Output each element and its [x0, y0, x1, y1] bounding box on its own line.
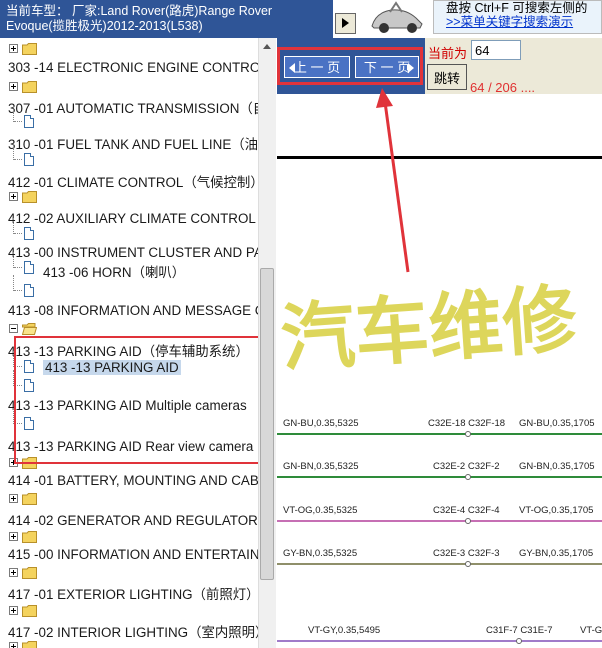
title-vehicle: 厂家:Land Rover(路虎)Range Rover	[72, 4, 273, 18]
wire-spec-left: VT-OG,0.35,5325	[283, 505, 358, 516]
document-icon	[24, 153, 34, 166]
wire-spec-right: GN-BU,0.35,1705	[519, 418, 595, 429]
document-icon	[24, 261, 34, 274]
tree-line	[14, 267, 22, 269]
connector-pins: C31F-7 C31E-7	[486, 625, 553, 636]
wire-line	[277, 520, 602, 522]
scroll-up-arrow-icon[interactable]	[259, 38, 276, 55]
tree-item-label[interactable]: 414 -01 BATTERY, MOUNTING AND CABLES	[8, 473, 258, 488]
connector-node	[465, 431, 471, 437]
tree-item-label[interactable]: 303 -14 ELECTRONIC ENGINE CONTROLS	[8, 60, 258, 75]
car-logo-icon	[362, 0, 432, 34]
connector-node	[465, 561, 471, 567]
tree-item-label[interactable]: 417 -02 INTERIOR LIGHTING（室内照明）	[8, 621, 258, 641]
wire-line	[277, 433, 602, 435]
wire-spec-left: VT-GY,0.35,5495	[308, 625, 381, 636]
folder-icon	[22, 567, 37, 579]
page-number-input[interactable]	[471, 40, 521, 60]
tree-item-label[interactable]: 413 -00 INSTRUMENT CLUSTER AND PANE	[8, 245, 258, 260]
wire-spec-left: GY-BN,0.35,5325	[283, 548, 358, 559]
annotation-box-pager	[277, 47, 423, 85]
connector-pins: C32E-2 C32F-2	[433, 461, 500, 472]
folder-icon	[22, 493, 37, 505]
connector-pins: C32E-18 C32F-18	[428, 418, 506, 429]
wire-spec-right: GY-BN,0.35,1705	[519, 548, 594, 559]
tree-item-label[interactable]: 413 -06 HORN（喇叭）	[43, 261, 185, 281]
search-hint-text: 盘按 Ctrl+F 可搜索左侧的	[446, 1, 588, 15]
tree-item-label[interactable]: 412 -01 CLIMATE CONTROL（气候控制）	[8, 171, 258, 191]
tree-line	[14, 233, 22, 235]
expand-icon[interactable]	[9, 568, 18, 577]
wire-spec-left: GN-BN,0.35,5325	[283, 461, 359, 472]
folder-icon	[22, 605, 37, 617]
folder-icon	[22, 531, 37, 543]
window-title-bar: 当前车型： 厂家:Land Rover(路虎)Range Rover Evoqu…	[0, 0, 333, 38]
tree-item-label[interactable]: 414 -02 GENERATOR AND REGULATOR（	[8, 509, 258, 529]
tree-item-label[interactable]: 307 -01 AUTOMATIC TRANSMISSION（自	[8, 97, 258, 117]
wire-spec-right: VT-OG,0.35,1705	[519, 505, 594, 516]
tree-line	[13, 275, 15, 291]
expand-icon[interactable]	[9, 642, 18, 648]
wire-line	[277, 563, 602, 565]
jump-button[interactable]: 跳转	[427, 64, 467, 90]
tree-scrollbar[interactable]	[258, 38, 276, 648]
current-page-label: 当前为	[428, 46, 468, 61]
wire-spec-left: GN-BU,0.35,5325	[283, 418, 359, 429]
folder-icon	[22, 43, 37, 55]
wire-spec-right: GN-BN,0.35,1705	[519, 461, 595, 472]
expand-icon[interactable]	[9, 82, 18, 91]
tree-line	[14, 159, 22, 161]
search-hint-box: 盘按 Ctrl+F 可搜索左侧的 >>菜单关键字搜索演示	[433, 0, 602, 34]
wire-spec-right: VT-G	[580, 625, 602, 636]
tree-item-label[interactable]: 413 -08 INFORMATION AND MESSAGE CEN	[8, 303, 258, 318]
folder-open-icon	[22, 323, 37, 335]
expand-icon[interactable]	[9, 532, 18, 541]
page-count: 64 / 206 ....	[470, 80, 536, 95]
document-icon	[24, 227, 34, 240]
folder-icon	[22, 641, 37, 648]
connector-pins: C32E-3 C32F-3	[433, 548, 500, 559]
connector-node	[465, 518, 471, 524]
annotation-box-parking-aid	[14, 336, 260, 464]
tree-line	[13, 144, 15, 160]
document-icon	[24, 115, 34, 128]
document-icon	[24, 284, 34, 297]
tree-line	[14, 121, 22, 123]
tree-item-label[interactable]: 310 -01 FUEL TANK AND FUEL LINE（油箱	[8, 133, 258, 153]
tree-item-label[interactable]: 415 -00 INFORMATION AND ENTERTAINMENT	[8, 547, 258, 562]
wire-line	[277, 640, 602, 642]
folder-icon	[22, 191, 37, 203]
expand-icon[interactable]	[9, 44, 18, 53]
watermark: 汽车维修	[278, 277, 580, 381]
expand-icon[interactable]	[9, 192, 18, 201]
title-prefix: 当前车型：	[6, 4, 69, 18]
diagram-border-line	[277, 156, 602, 159]
search-demo-link[interactable]: >>菜单关键字搜索演示	[446, 15, 601, 29]
expand-icon[interactable]	[9, 606, 18, 615]
title-vehicle-line2: Evoque(揽胜极光)2012-2013(L538)	[6, 19, 203, 33]
wire-line	[277, 476, 602, 478]
collapse-icon[interactable]	[9, 324, 18, 333]
folder-icon	[22, 81, 37, 93]
tree-line	[14, 290, 22, 292]
expand-icon[interactable]	[9, 494, 18, 503]
connector-node	[465, 474, 471, 480]
tree-item-label[interactable]: 412 -02 AUXILIARY CLIMATE CONTROL（	[8, 207, 258, 227]
toggle-panel-button[interactable]	[335, 13, 356, 34]
tree-line	[13, 218, 15, 234]
tree-line	[13, 106, 15, 122]
scrollbar-thumb[interactable]	[260, 268, 274, 580]
tree-item-label[interactable]: 417 -01 EXTERIOR LIGHTING（前照灯）	[8, 583, 258, 603]
connector-node	[516, 638, 522, 644]
connector-pins: C32E-4 C32F-4	[433, 505, 500, 516]
tree-line	[13, 252, 15, 268]
